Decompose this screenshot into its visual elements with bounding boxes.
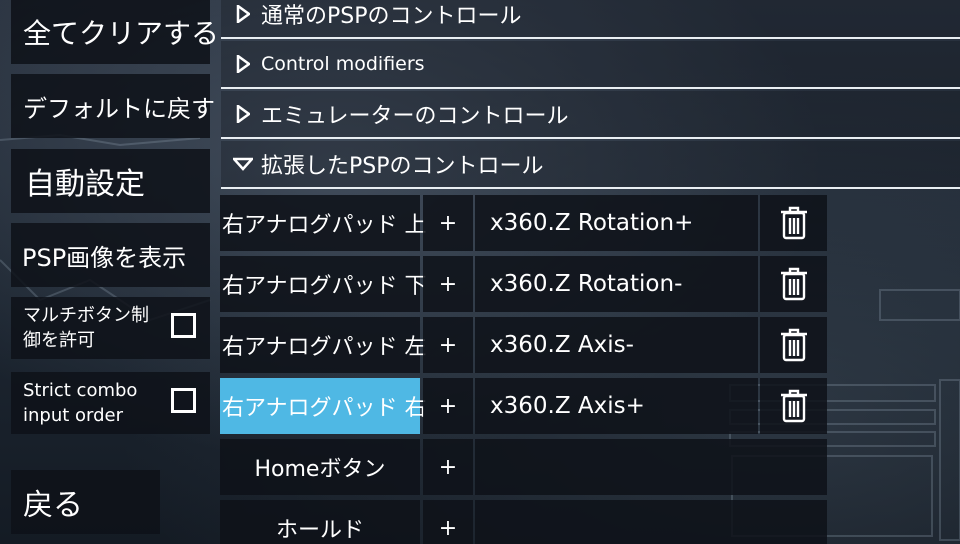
trash-icon <box>780 389 807 423</box>
mapping-value[interactable]: x360.Z Rotation+ <box>475 195 758 251</box>
strict-combo-toggle[interactable]: Strict combo input order <box>11 372 210 434</box>
clear-all-button[interactable]: 全てクリアする <box>11 0 219 64</box>
chevron-right-icon <box>229 55 257 73</box>
mapping-value[interactable]: x360.Z Axis+ <box>475 378 758 434</box>
delete-mapping-button[interactable] <box>760 317 827 373</box>
mapping-label-hold[interactable]: ホールド <box>220 500 420 544</box>
back-button[interactable]: 戻る <box>11 470 160 534</box>
reset-default-button[interactable]: デフォルトに戻す <box>11 74 215 138</box>
multi-button-checkbox[interactable] <box>171 313 196 338</box>
trash-icon <box>780 328 807 362</box>
section-label: エミュレーターのコントロール <box>261 104 569 129</box>
mapping-label-right-analog-down[interactable]: 右アナログパッド 下 <box>220 256 427 312</box>
chevron-down-icon <box>229 157 257 171</box>
reset-default-label: デフォルトに戻す <box>23 94 215 123</box>
mapping-label-right-analog-right[interactable]: 右アナログパッド 右 <box>220 378 427 434</box>
add-mapping-button[interactable]: + <box>423 439 473 495</box>
multi-button-toggle[interactable]: マルチボタン制御を許可 <box>11 297 210 359</box>
show-psp-label: PSP画像を表示 <box>22 243 187 272</box>
mapping-value[interactable]: x360.Z Rotation- <box>475 256 758 312</box>
controls-screen: 全てクリアする デフォルトに戻す 自動設定 PSP画像を表示 マルチボタン制御を… <box>0 0 960 544</box>
delete-mapping-button[interactable] <box>760 378 827 434</box>
delete-mapping-button[interactable] <box>760 195 827 251</box>
mapping-value-empty[interactable] <box>475 439 827 495</box>
mapping-label-right-analog-up[interactable]: 右アナログパッド 上 <box>220 195 427 251</box>
strict-combo-label: Strict combo input order <box>23 380 138 426</box>
clear-all-label: 全てクリアする <box>23 17 220 50</box>
section-label: 拡張したPSPのコントロール <box>261 154 544 179</box>
auto-config-label: 自動設定 <box>25 167 145 202</box>
section-control-modifiers[interactable]: Control modifiers <box>221 41 960 89</box>
mapping-value[interactable]: x360.Z Axis- <box>475 317 758 373</box>
trash-icon <box>780 206 807 240</box>
strict-combo-checkbox[interactable] <box>171 388 196 413</box>
section-extended-psp-controls[interactable]: 拡張したPSPのコントロール <box>221 141 960 189</box>
trash-icon <box>780 267 807 301</box>
show-psp-button[interactable]: PSP画像を表示 <box>11 223 210 287</box>
add-mapping-button[interactable]: + <box>423 378 473 434</box>
mapping-label-home-button[interactable]: Homeボタン <box>220 439 420 495</box>
add-mapping-button[interactable]: + <box>423 317 473 373</box>
section-emulator-controls[interactable]: エミュレーターのコントロール <box>221 91 960 139</box>
mapping-label-right-analog-left[interactable]: 右アナログパッド 左 <box>220 317 427 373</box>
auto-config-button[interactable]: 自動設定 <box>11 149 210 213</box>
chevron-right-icon <box>229 5 257 23</box>
section-standard-psp-controls[interactable]: 通常のPSPのコントロール <box>221 0 960 39</box>
delete-mapping-button[interactable] <box>760 256 827 312</box>
back-label: 戻る <box>23 488 83 523</box>
mapping-value-empty[interactable] <box>475 500 827 544</box>
add-mapping-button[interactable]: + <box>423 195 473 251</box>
multi-button-label: マルチボタン制御を許可 <box>23 305 149 351</box>
section-label: 通常のPSPのコントロール <box>261 4 522 29</box>
add-mapping-button[interactable]: + <box>423 256 473 312</box>
chevron-right-icon <box>229 105 257 123</box>
add-mapping-button[interactable]: + <box>423 500 473 544</box>
section-label: Control modifiers <box>261 53 425 75</box>
